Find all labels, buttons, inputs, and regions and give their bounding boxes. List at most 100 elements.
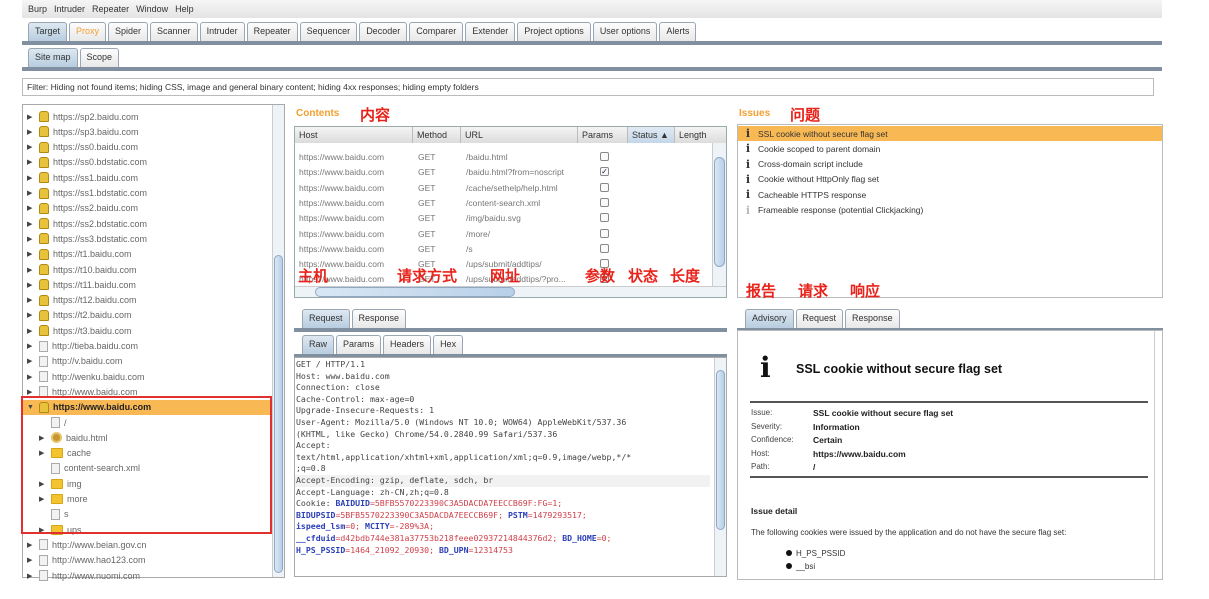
tab-comparer[interactable]: Comparer <box>409 22 464 41</box>
collapse-arrow-icon[interactable]: ▶ <box>27 235 35 243</box>
issue-item[interactable]: i Cacheable HTTPS response <box>738 187 1162 202</box>
params-checkbox[interactable] <box>600 228 609 238</box>
tree-item[interactable]: ▶ https://t2.baidu.com <box>23 308 271 323</box>
tree-item[interactable]: ▶ https://t12.baidu.com <box>23 293 271 308</box>
tab-request[interactable]: Request <box>795 309 844 328</box>
tree-item[interactable]: ▶ http://www.beian.gov.cn <box>23 537 271 552</box>
tree-item[interactable]: ▶ http://www.nuomi.com <box>23 568 271 583</box>
collapse-arrow-icon[interactable]: ▶ <box>27 373 35 381</box>
request-vscroll-thumb[interactable] <box>716 370 725 530</box>
tab-response[interactable]: Response <box>351 309 407 328</box>
column-header-3[interactable]: Params <box>578 127 628 143</box>
tab-response[interactable]: Response <box>845 309 900 328</box>
table-row[interactable]: https://www.baidu.com GET/s <box>295 242 710 257</box>
menu-item-repeater[interactable]: Repeater <box>92 4 129 14</box>
tree-scroll-thumb[interactable] <box>274 255 283 573</box>
menu-item-window[interactable]: Window <box>136 4 168 14</box>
tree-item[interactable]: ▶ https://ss0.bdstatic.com <box>23 155 271 170</box>
filter-bar[interactable]: Filter: Hiding not found items; hiding C… <box>22 78 1154 96</box>
collapse-arrow-icon[interactable]: ▶ <box>27 296 35 304</box>
tab-hex[interactable]: Hex <box>433 335 464 354</box>
params-checkbox[interactable]: ✓ <box>600 167 609 177</box>
tree-item[interactable]: ▶ https://ss3.bdstatic.com <box>23 231 271 246</box>
tree-item[interactable]: ▶ http://www.hao123.com <box>23 553 271 568</box>
collapse-arrow-icon[interactable]: ▶ <box>27 189 35 197</box>
tab-request[interactable]: Request <box>302 309 350 328</box>
contents-vscroll[interactable] <box>712 143 726 287</box>
tab-alerts[interactable]: Alerts <box>659 22 697 41</box>
menu-item-burp[interactable]: Burp <box>28 4 47 14</box>
column-header-5[interactable]: Length <box>675 127 726 143</box>
table-row[interactable]: https://www.baidu.com GET/cache/sethelp/h… <box>295 181 710 196</box>
tab-params[interactable]: Params <box>336 335 382 354</box>
contents-hscroll[interactable] <box>295 286 726 297</box>
collapse-arrow-icon[interactable]: ▶ <box>27 281 35 289</box>
collapse-arrow-icon[interactable]: ▶ <box>27 128 35 136</box>
collapse-arrow-icon[interactable]: ▶ <box>27 388 35 396</box>
column-header-4[interactable]: Status ▲ <box>628 127 675 143</box>
tab-site-map[interactable]: Site map <box>28 48 78 67</box>
contents-hscroll-thumb[interactable] <box>315 287 515 297</box>
tree-item[interactable]: ▶ https://t11.baidu.com <box>23 277 271 292</box>
advisory-vscroll[interactable] <box>1154 331 1162 579</box>
tree-item[interactable]: ▶ https://sp2.baidu.com <box>23 109 271 124</box>
tree-item[interactable]: ▶ http://tieba.baidu.com <box>23 339 271 354</box>
menu-item-intruder[interactable]: Intruder <box>54 4 85 14</box>
tree-item[interactable]: ▶ http://v.baidu.com <box>23 354 271 369</box>
table-row[interactable]: https://www.baidu.com GET/img/baidu.svg <box>295 211 710 226</box>
collapse-arrow-icon[interactable]: ▶ <box>27 174 35 182</box>
column-header-0[interactable]: Host <box>295 127 413 143</box>
tab-user-options[interactable]: User options <box>592 22 658 41</box>
tree-item[interactable]: ▶ https://ss1.bdstatic.com <box>23 186 271 201</box>
request-editor[interactable]: GET / HTTP/1.1 Host: www.baidu.com Connect… <box>294 357 727 577</box>
collapse-arrow-icon[interactable]: ▶ <box>27 357 35 365</box>
contents-vscroll-thumb[interactable] <box>714 157 725 267</box>
params-checkbox[interactable] <box>600 152 609 161</box>
tab-raw[interactable]: Raw <box>302 335 335 354</box>
tree-scrollbar[interactable] <box>272 105 284 577</box>
collapse-arrow-icon[interactable]: ▶ <box>27 266 35 274</box>
issue-item[interactable]: i SSL cookie without secure flag set <box>738 126 1162 141</box>
issue-item[interactable]: i Frameable response (potential Clickjack… <box>738 203 1162 218</box>
tab-proxy[interactable]: Proxy <box>69 22 107 41</box>
issue-item[interactable]: i Cookie without HttpOnly flag set <box>738 172 1162 187</box>
table-row[interactable]: https://www.baidu.com GET/baidu.html?from… <box>295 165 710 180</box>
params-checkbox[interactable] <box>600 197 609 207</box>
tab-project-options[interactable]: Project options <box>517 22 591 41</box>
collapse-arrow-icon[interactable]: ▶ <box>27 204 35 212</box>
tree-item[interactable]: ▶ https://t3.baidu.com <box>23 323 271 338</box>
collapse-arrow-icon[interactable]: ▶ <box>27 113 35 121</box>
tree-item[interactable]: ▶ https://t10.baidu.com <box>23 262 271 277</box>
column-header-2[interactable]: URL <box>461 127 578 143</box>
issue-item[interactable]: i Cookie scoped to parent domain <box>738 141 1162 156</box>
collapse-arrow-icon[interactable]: ▶ <box>27 541 35 549</box>
tab-scanner[interactable]: Scanner <box>150 22 198 41</box>
collapse-arrow-icon[interactable]: ▶ <box>27 250 35 258</box>
collapse-arrow-icon[interactable]: ▶ <box>27 311 35 319</box>
tab-scope[interactable]: Scope <box>79 48 120 67</box>
tree-item[interactable]: ▶ http://wenku.baidu.com <box>23 369 271 384</box>
collapse-arrow-icon[interactable]: ▶ <box>27 143 35 151</box>
tree-item[interactable]: ▶ https://ss2.baidu.com <box>23 201 271 216</box>
issue-item[interactable]: i Cross-domain script include <box>738 157 1162 172</box>
column-header-1[interactable]: Method <box>413 127 461 143</box>
tree-item[interactable]: ▶ https://t1.baidu.com <box>23 247 271 262</box>
tree-item[interactable]: ▶ https://ss2.bdstatic.com <box>23 216 271 231</box>
tab-decoder[interactable]: Decoder <box>359 22 408 41</box>
params-checkbox[interactable] <box>600 213 609 223</box>
tab-target[interactable]: Target <box>28 22 68 41</box>
collapse-arrow-icon[interactable]: ▶ <box>27 556 35 564</box>
menu-item-help[interactable]: Help <box>175 4 194 14</box>
table-row[interactable]: https://www.baidu.com GET/content-search.… <box>295 196 710 211</box>
table-row[interactable]: https://www.baidu.com GET/baidu.html <box>295 150 710 165</box>
params-checkbox[interactable] <box>600 182 609 192</box>
tab-sequencer[interactable]: Sequencer <box>299 22 358 41</box>
tab-intruder[interactable]: Intruder <box>199 22 245 41</box>
params-checkbox[interactable] <box>600 243 609 253</box>
collapse-arrow-icon[interactable]: ▶ <box>27 572 35 580</box>
collapse-arrow-icon[interactable]: ▶ <box>27 327 35 335</box>
request-vscroll[interactable] <box>714 358 726 576</box>
tab-spider[interactable]: Spider <box>108 22 149 41</box>
tree-item[interactable]: ▶ https://sp3.baidu.com <box>23 124 271 139</box>
collapse-arrow-icon[interactable]: ▶ <box>27 220 35 228</box>
